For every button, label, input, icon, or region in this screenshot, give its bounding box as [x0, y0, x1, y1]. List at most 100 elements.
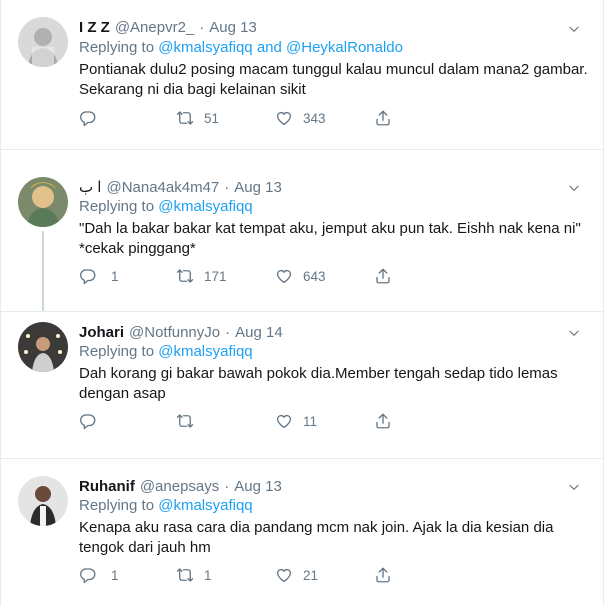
reply-count: 1 [111, 268, 119, 284]
like-count: 11 [303, 413, 318, 429]
user-handle[interactable]: @Nana4ak4m47 [106, 179, 219, 196]
tweet-actions: 1 1 21 [79, 564, 399, 586]
replying-to: Replying to @kmalsyafiqq [79, 343, 253, 360]
tweet-text-line: dengan asap [79, 385, 166, 402]
display-name[interactable]: Johari [79, 324, 124, 341]
heart-icon [275, 412, 293, 430]
share-button[interactable] [374, 107, 392, 129]
reply-button[interactable]: 1 [79, 265, 119, 287]
like-count: 343 [303, 110, 326, 126]
tweet-johari[interactable]: Johari @NotfunnyJo · Aug 14 Replying to … [1, 312, 603, 459]
tweet-actions: 11 [79, 410, 399, 432]
display-name[interactable]: I Z Z [79, 19, 110, 36]
tweet-text-line: Sekarang ni dia bagi kelainan sikit [79, 81, 306, 98]
share-icon [374, 109, 392, 127]
replying-to: Replying to @kmalsyafiqq and @HeykalRona… [79, 39, 403, 56]
like-button[interactable]: 21 [275, 564, 318, 586]
replying-to: Replying to @kmalsyafiqq [79, 497, 253, 514]
reply-button[interactable] [79, 410, 111, 432]
like-button[interactable]: 643 [275, 265, 326, 287]
mention-link[interactable]: @kmalsyafiqq [158, 497, 252, 514]
share-button[interactable] [374, 265, 392, 287]
chevron-down-icon[interactable] [567, 22, 581, 36]
avatar[interactable] [18, 17, 68, 67]
tweet-date[interactable]: Aug 13 [234, 179, 282, 196]
user-handle[interactable]: @Anepvr2_ [115, 19, 194, 36]
user-handle[interactable]: @anepsays [140, 478, 219, 495]
like-button[interactable]: 11 [275, 410, 317, 432]
mention-link[interactable]: @kmalsyafiqq [158, 343, 252, 360]
replying-to-label: Replying to [79, 343, 155, 360]
mention-link[interactable]: @kmalsyafiqq [158, 39, 252, 56]
retweet-button[interactable]: 171 [176, 265, 227, 287]
share-button[interactable] [374, 564, 392, 586]
replying-and: and [256, 39, 282, 56]
reply-button[interactable] [79, 107, 111, 129]
reply-icon [79, 412, 97, 430]
tweet-text: Pontianak dulu2 posing macam tunggul kal… [79, 60, 589, 100]
like-button[interactable]: 343 [275, 107, 326, 129]
tweet-text: "Dah la bakar bakar kat tempat aku, jemp… [79, 219, 589, 259]
tweet-text-line: Kenapa aku rasa cara dia pandang mcm nak… [79, 519, 554, 536]
like-count: 643 [303, 268, 326, 284]
avatar[interactable] [18, 476, 68, 526]
tweet-text: Dah korang gi bakar bawah pokok dia.Memb… [79, 364, 589, 404]
reply-count: 1 [111, 567, 119, 583]
avatar[interactable] [18, 177, 68, 227]
heart-icon [275, 566, 293, 584]
reply-button[interactable]: 1 [79, 564, 119, 586]
like-count: 21 [303, 567, 319, 583]
reply-icon [79, 267, 97, 285]
tweet-text-line: "Dah la bakar bakar kat tempat aku, jemp… [79, 220, 581, 237]
tweet-actions: 51 343 [79, 107, 399, 129]
retweet-icon [176, 109, 194, 127]
share-button[interactable] [374, 410, 392, 432]
reply-icon [79, 566, 97, 584]
replying-to: Replying to @kmalsyafiqq [79, 198, 253, 215]
tweet-text-line: tengok dari jauh hm [79, 539, 211, 556]
retweet-icon [176, 566, 194, 584]
tweet-date[interactable]: Aug 13 [234, 478, 282, 495]
retweet-icon [176, 412, 194, 430]
mention-link[interactable]: @HeykalRonaldo [286, 39, 403, 56]
reply-icon [79, 109, 97, 127]
retweet-count: 51 [204, 110, 220, 126]
thread-connector [42, 231, 44, 311]
tweet-ruhanif[interactable]: Ruhanif @anepsays · Aug 13 Replying to @… [1, 459, 603, 606]
tweet-nana[interactable]: ا ب @Nana4ak4m47 · Aug 13 Replying to @k… [1, 167, 603, 312]
separator-dot: · [224, 178, 230, 196]
heart-icon [275, 267, 293, 285]
separator-dot: · [199, 18, 205, 36]
tweet-text-line: Dah korang gi bakar bawah pokok dia.Memb… [79, 365, 558, 382]
tweet-date[interactable]: Aug 14 [235, 324, 283, 341]
share-icon [374, 566, 392, 584]
tweet-text: Kenapa aku rasa cara dia pandang mcm nak… [79, 518, 589, 558]
replying-to-label: Replying to [79, 198, 155, 215]
retweet-icon [176, 267, 194, 285]
tweet-date[interactable]: Aug 13 [209, 19, 257, 36]
retweet-button[interactable]: 1 [176, 564, 212, 586]
reply-feed: I Z Z @Anepvr2_ · Aug 13 Replying to @km… [0, 0, 604, 606]
heart-icon [275, 109, 293, 127]
avatar[interactable] [18, 322, 68, 372]
tweet-izz[interactable]: I Z Z @Anepvr2_ · Aug 13 Replying to @km… [1, 0, 603, 150]
retweet-button[interactable] [176, 410, 208, 432]
tweet-text-line: Pontianak dulu2 posing macam tunggul kal… [79, 61, 588, 78]
retweet-button[interactable]: 51 [176, 107, 219, 129]
tweet-text-line: *cekak pinggang* [79, 240, 196, 257]
replying-to-label: Replying to [79, 39, 155, 56]
separator-dot: · [225, 323, 231, 341]
retweet-count: 1 [204, 567, 212, 583]
separator-dot: · [224, 477, 230, 495]
chevron-down-icon[interactable] [567, 326, 581, 340]
share-icon [374, 412, 392, 430]
mention-link[interactable]: @kmalsyafiqq [158, 198, 252, 215]
chevron-down-icon[interactable] [567, 181, 581, 195]
display-name[interactable]: ا ب [79, 178, 101, 196]
replying-to-label: Replying to [79, 497, 155, 514]
user-handle[interactable]: @NotfunnyJo [129, 324, 220, 341]
retweet-count: 171 [204, 268, 227, 284]
display-name[interactable]: Ruhanif [79, 478, 135, 495]
chevron-down-icon[interactable] [567, 480, 581, 494]
tweet-actions: 1 171 643 [79, 265, 399, 287]
